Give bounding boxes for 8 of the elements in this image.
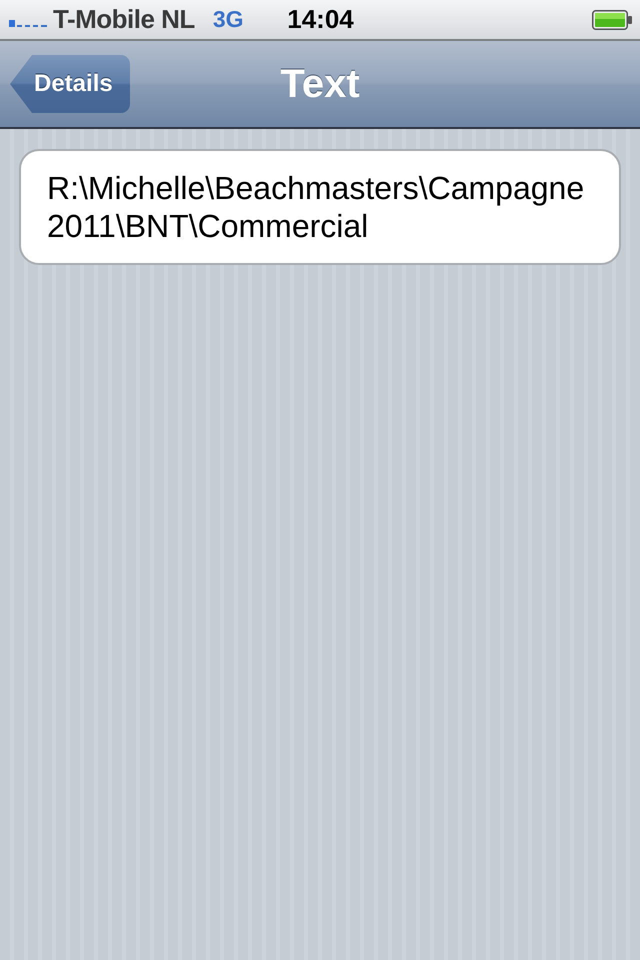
battery-icon <box>592 10 632 30</box>
text-display: R:\Michelle\Beachmasters\Campagne 2011\BNT\Commercial <box>19 149 621 265</box>
carrier-name: T-Mobile NL <box>53 4 195 35</box>
network-type: 3G <box>212 6 244 33</box>
status-time: 14:04 <box>287 4 354 35</box>
signal-strength-icon <box>9 18 47 26</box>
nav-title: Text <box>280 62 360 106</box>
back-button[interactable]: Details <box>10 55 130 113</box>
